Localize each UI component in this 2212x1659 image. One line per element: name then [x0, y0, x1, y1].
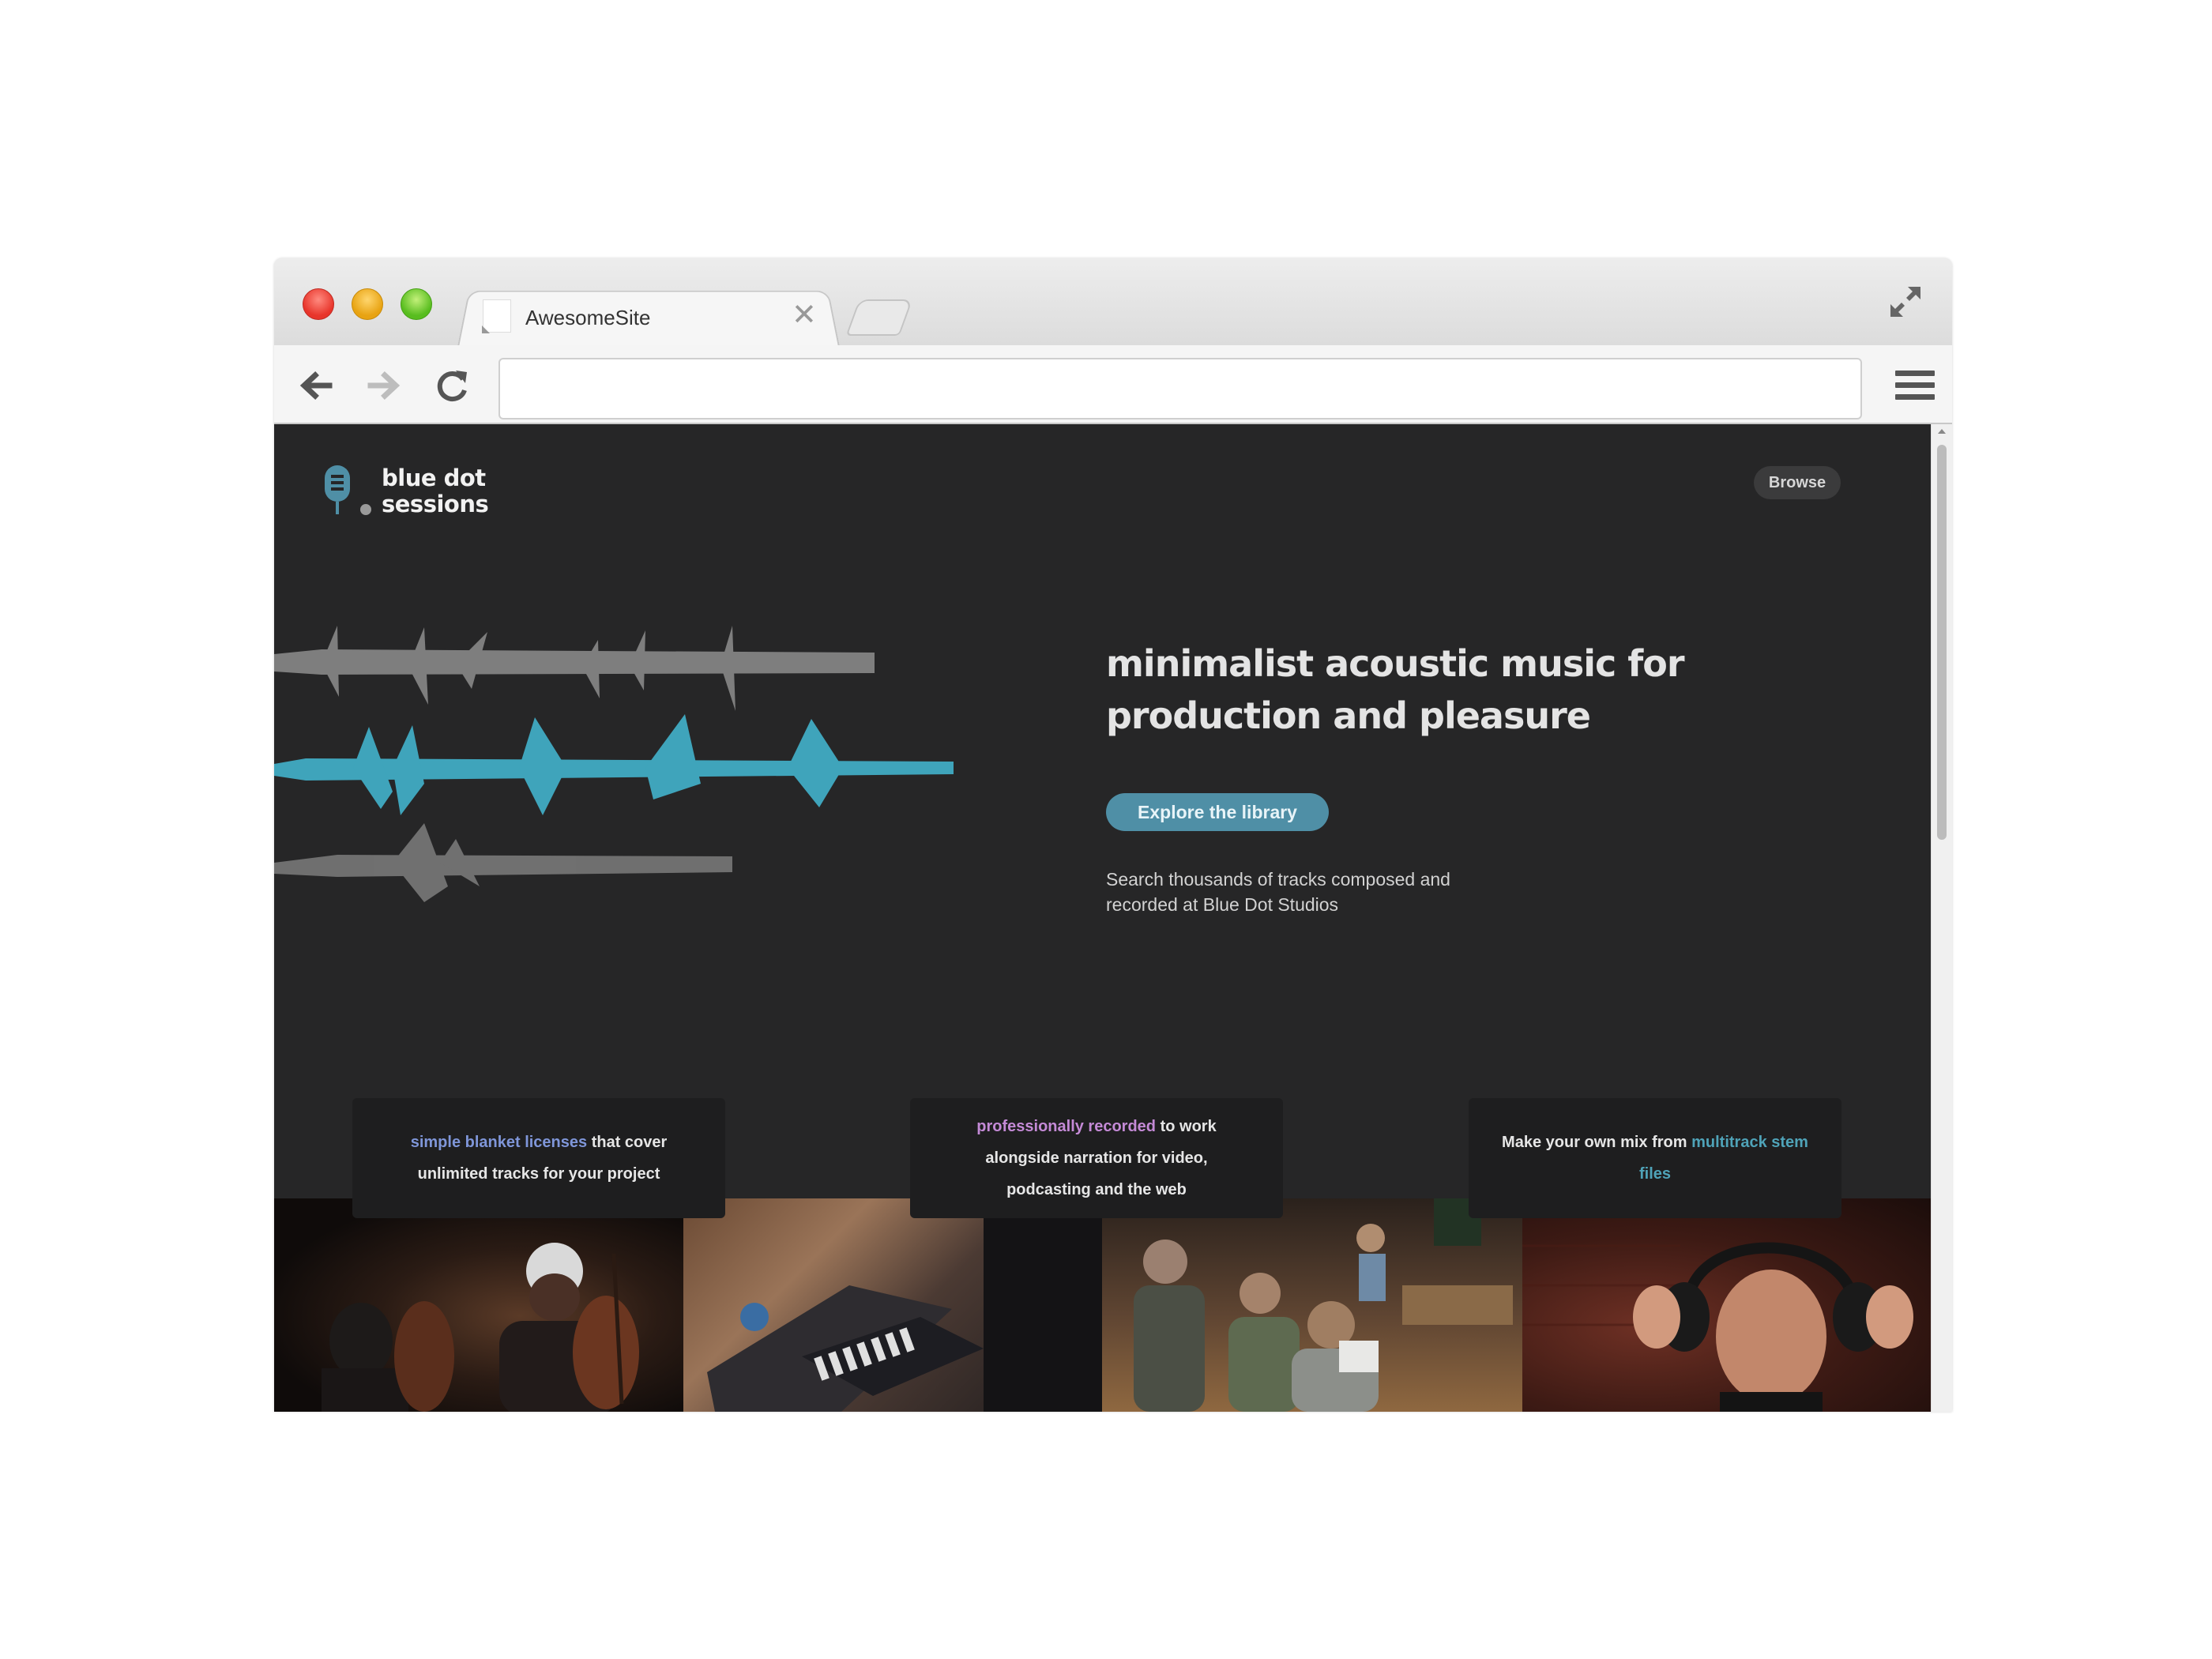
logo-line-2: sessions — [382, 491, 489, 517]
tab-title: AwesomeSite — [525, 306, 651, 329]
feature-card-recorded: professionally recorded to work alongsid… — [910, 1098, 1283, 1218]
waveform-graphic — [274, 626, 954, 902]
feature-card-stems: Make your own mix from multitrack stem f… — [1469, 1098, 1841, 1218]
tab-close-icon[interactable]: ✕ — [792, 298, 817, 333]
hamburger-menu-icon[interactable] — [1895, 371, 1935, 405]
site-logo[interactable]: blue dot sessions — [320, 464, 494, 527]
browser-toolbar — [274, 345, 1952, 424]
synthesizer-photo — [683, 1198, 1102, 1412]
zoom-window-button[interactable] — [401, 288, 432, 320]
title-bar: AwesomeSite ✕ — [274, 258, 1952, 347]
page-viewport: blue dot sessions Browse minimalist acou… — [274, 424, 1952, 1412]
scrollbar-thumb[interactable] — [1937, 445, 1947, 840]
vertical-scrollbar[interactable] — [1931, 424, 1952, 1412]
explore-library-button[interactable]: Explore the library — [1106, 793, 1329, 831]
logo-line-1: blue dot — [382, 465, 486, 491]
feature-text: Make your own mix from multitrack stem f… — [1500, 1127, 1810, 1190]
feature-highlight-licenses[interactable]: simple blanket licenses — [411, 1134, 587, 1151]
hero-headline: minimalist acoustic music for production… — [1106, 638, 1754, 742]
browse-button[interactable]: Browse — [1754, 466, 1841, 499]
new-tab-button[interactable] — [845, 299, 913, 336]
scroll-up-arrow-icon[interactable] — [1938, 429, 1946, 434]
arrow-left-icon[interactable] — [295, 366, 337, 405]
reload-icon[interactable] — [432, 366, 475, 405]
browser-tab-content: AwesomeSite ✕ — [457, 285, 837, 345]
feature-card-licenses: simple blanket licenses that cover unlim… — [352, 1098, 725, 1218]
close-window-button[interactable] — [303, 288, 334, 320]
subtext-line-2: recorded at Blue Dot Studios — [1106, 894, 1339, 915]
hero-subtext: Search thousands of tracks composed and … — [1106, 867, 1517, 917]
musicians-cello-photo — [274, 1198, 683, 1412]
expand-icon[interactable] — [1886, 282, 1925, 322]
feature-highlight-recorded[interactable]: professionally recorded — [976, 1118, 1156, 1135]
feature-text: professionally recorded to work alongsid… — [942, 1111, 1251, 1206]
address-bar[interactable] — [498, 358, 1862, 419]
browser-window: AwesomeSite ✕ blue dot sessions Browse m… — [274, 258, 1952, 1412]
feature-description: Make your own mix from — [1502, 1134, 1692, 1151]
arrow-right-icon[interactable] — [363, 366, 405, 405]
microphone-icon — [325, 465, 371, 515]
logo-text: blue dot sessions — [382, 465, 489, 517]
page-favicon-icon — [482, 299, 511, 333]
subtext-line-1: Search thousands of tracks composed and — [1106, 869, 1450, 890]
headline-line-2: production and pleasure — [1106, 694, 1591, 737]
headphones-listener-photo — [1522, 1198, 1932, 1412]
string-ensemble-photo — [1102, 1198, 1522, 1412]
photo-strip — [274, 1198, 1932, 1412]
feature-text: simple blanket licenses that cover unlim… — [384, 1127, 694, 1190]
headline-line-1: minimalist acoustic music for — [1106, 642, 1685, 685]
minimize-window-button[interactable] — [352, 288, 383, 320]
